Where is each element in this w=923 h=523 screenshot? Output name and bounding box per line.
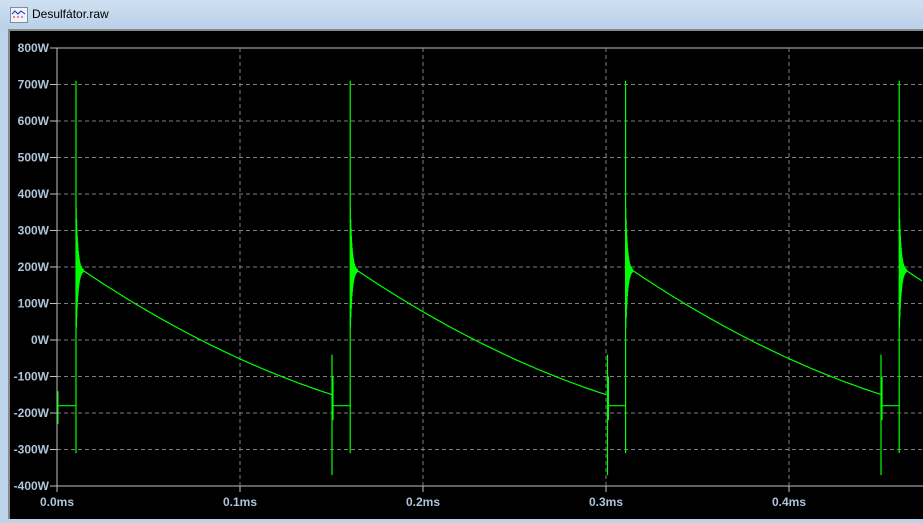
y-tick-label: 800W bbox=[18, 41, 50, 55]
x-tick-label: 0.2ms bbox=[406, 495, 440, 509]
y-tick-label: 400W bbox=[18, 187, 50, 201]
y-tick-label: -300W bbox=[14, 443, 50, 457]
y-tick-label: -400W bbox=[14, 479, 50, 493]
y-tick-label: 600W bbox=[18, 114, 50, 128]
y-tick-label: -200W bbox=[14, 406, 50, 420]
x-tick-label: 0.4ms bbox=[772, 495, 806, 509]
x-tick-label: 0.3ms bbox=[589, 495, 623, 509]
y-tick-label: -100W bbox=[14, 370, 50, 384]
y-tick-label: 700W bbox=[18, 78, 50, 92]
x-tick-label: 0.0ms bbox=[40, 495, 74, 509]
waveform-chart[interactable]: 800W 700W 600W 500W 400W 300W 200W 100W 0W -100W -… bbox=[0, 0, 923, 523]
y-tick-label: 0W bbox=[31, 333, 50, 347]
y-tick-label: 300W bbox=[18, 224, 50, 238]
y-tick-label: 100W bbox=[18, 297, 50, 311]
y-tick-label: 200W bbox=[18, 260, 50, 274]
y-tick-label: 500W bbox=[18, 151, 50, 165]
x-tick-label: 0.1ms bbox=[223, 495, 257, 509]
series-line-power bbox=[57, 80, 923, 476]
